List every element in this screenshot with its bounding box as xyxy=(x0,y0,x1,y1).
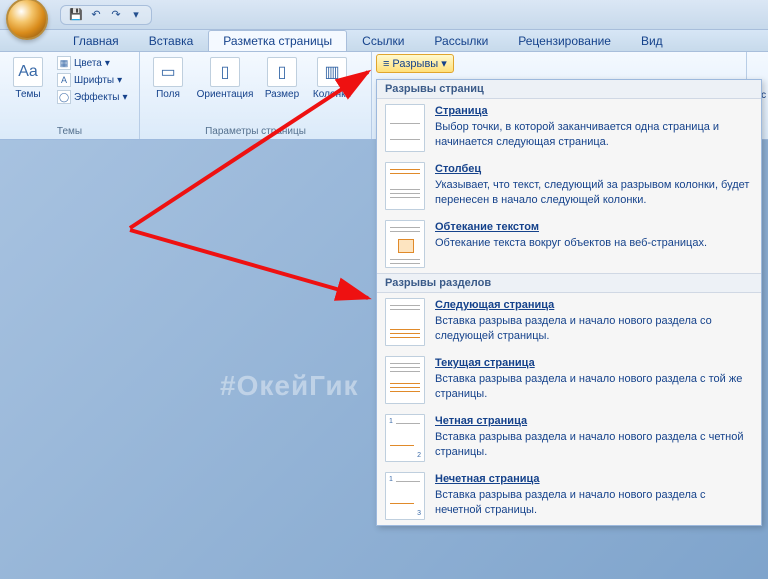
breaks-button[interactable]: ≡ Разрывы ▾ xyxy=(376,54,454,73)
effects-icon: ◯ xyxy=(57,90,71,104)
chevron-down-icon: ▾ xyxy=(441,57,447,70)
text-wrapping-icon xyxy=(385,220,425,268)
tab-insert[interactable]: Вставка xyxy=(134,30,209,51)
tab-home[interactable]: Главная xyxy=(58,30,134,51)
column-break-icon xyxy=(385,162,425,210)
quick-access-toolbar: 💾 ↶ ↷ ▾ xyxy=(60,5,152,25)
save-icon[interactable]: 💾 xyxy=(69,8,83,22)
margins-button[interactable]: ▭ Поля xyxy=(144,55,192,102)
orientation-icon: ▯ xyxy=(210,57,240,87)
columns-button[interactable]: ▥ Колонки xyxy=(308,55,356,102)
office-button[interactable] xyxy=(6,0,48,40)
orientation-button[interactable]: ▯ Ориентация xyxy=(194,55,256,102)
menu-item-continuous[interactable]: Текущая страница Вставка разрыва раздела… xyxy=(377,351,761,409)
continuous-icon xyxy=(385,356,425,404)
menu-item-text-wrapping[interactable]: Обтекание текстом Обтекание текста вокру… xyxy=(377,215,761,273)
breaks-menu: Разрывы страниц Страница Выбор точки, в … xyxy=(376,79,762,526)
menu-item-even-page[interactable]: 1 2 Четная страница Вставка разрыва разд… xyxy=(377,409,761,467)
group-page-setup-label: Параметры страницы xyxy=(144,125,367,139)
menu-item-page[interactable]: Страница Выбор точки, в которой заканчив… xyxy=(377,99,761,157)
size-button[interactable]: ▯ Размер xyxy=(258,55,306,102)
menu-item-next-page[interactable]: Следующая страница Вставка разрыва разде… xyxy=(377,293,761,351)
effects-button[interactable]: ◯Эффекты ▾ xyxy=(54,89,131,105)
tab-references[interactable]: Ссылки xyxy=(347,30,419,51)
breaks-icon: ≡ xyxy=(383,58,389,70)
tab-page-layout[interactable]: Разметка страницы xyxy=(208,30,347,51)
redo-icon[interactable]: ↷ xyxy=(109,8,123,22)
fonts-icon: A xyxy=(57,73,71,87)
themes-label: Темы xyxy=(15,89,40,100)
fonts-button[interactable]: AШрифты ▾ xyxy=(54,72,131,88)
group-themes-label: Темы xyxy=(4,125,135,139)
tab-view[interactable]: Вид xyxy=(626,30,678,51)
columns-icon: ▥ xyxy=(317,57,347,87)
title-bar: 💾 ↶ ↷ ▾ xyxy=(0,0,768,30)
tab-mailings[interactable]: Рассылки xyxy=(419,30,503,51)
next-page-icon xyxy=(385,298,425,346)
menu-section-page-breaks: Разрывы страниц xyxy=(377,80,761,99)
menu-section-section-breaks: Разрывы разделов xyxy=(377,273,761,293)
themes-button[interactable]: Aa Темы xyxy=(4,55,52,102)
watermark: #ОкейГик xyxy=(220,370,359,402)
menu-item-odd-page[interactable]: 1 3 Нечетная страница Вставка разрыва ра… xyxy=(377,467,761,525)
qat-more-icon[interactable]: ▾ xyxy=(129,8,143,22)
colors-button[interactable]: ▦Цвета ▾ xyxy=(54,55,131,71)
group-themes: Aa Темы ▦Цвета ▾ AШрифты ▾ ◯Эффекты ▾ Те… xyxy=(0,52,140,139)
colors-icon: ▦ xyxy=(57,56,71,70)
ribbon-tabs: Главная Вставка Разметка страницы Ссылки… xyxy=(0,30,768,52)
size-icon: ▯ xyxy=(267,57,297,87)
themes-icon: Aa xyxy=(13,57,43,87)
group-page-setup: ▭ Поля ▯ Ориентация ▯ Размер ▥ Колонки П… xyxy=(140,52,372,139)
page-break-icon xyxy=(385,104,425,152)
menu-item-column[interactable]: Столбец Указывает, что текст, следующий … xyxy=(377,157,761,215)
even-page-icon: 1 2 xyxy=(385,414,425,462)
tab-review[interactable]: Рецензирование xyxy=(503,30,626,51)
undo-icon[interactable]: ↶ xyxy=(89,8,103,22)
margins-icon: ▭ xyxy=(153,57,183,87)
odd-page-icon: 1 3 xyxy=(385,472,425,520)
